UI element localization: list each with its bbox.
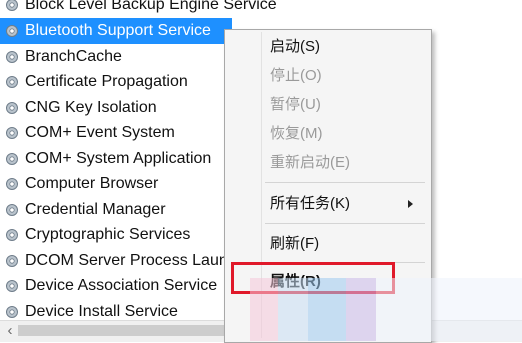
gear-icon <box>6 203 18 216</box>
gear-icon <box>6 177 18 190</box>
scrollbar-thumb[interactable] <box>18 325 228 336</box>
service-name: CNG Key Isolation <box>25 98 157 116</box>
service-name: BranchCache <box>25 47 122 65</box>
menu-item-label: 刷新(F) <box>270 235 320 252</box>
service-name: Device Install Service <box>25 302 178 320</box>
service-name: Block Level Backup Engine Service <box>25 0 277 13</box>
menu-item-label: 暂停(U) <box>270 96 321 113</box>
menu-separator <box>265 223 425 224</box>
scroll-left-icon[interactable]: ‹ <box>3 322 17 340</box>
menu-item-label: 重新启动(E) <box>270 154 350 171</box>
gear-icon <box>6 152 18 165</box>
gear-icon <box>6 279 18 292</box>
watermark-block <box>278 278 308 341</box>
service-name: COM+ Event System <box>25 123 175 141</box>
service-name: Computer Browser <box>25 174 159 192</box>
service-row[interactable]: Block Level Backup Engine Service <box>0 0 522 18</box>
service-name: Cryptographic Services <box>25 225 191 243</box>
watermark-block <box>308 278 346 341</box>
service-name: Certificate Propagation <box>25 72 188 90</box>
gear-icon <box>6 75 18 88</box>
gear-icon <box>6 50 18 63</box>
gear-icon <box>6 305 18 318</box>
service-row-selected[interactable]: Bluetooth Support Service <box>0 18 232 44</box>
menu-item-label: 启动(S) <box>270 38 320 55</box>
menu-item-all-tasks[interactable]: 所有任务(K) <box>225 192 431 216</box>
menu-item-label: 所有任务(K) <box>270 195 350 212</box>
gear-icon <box>6 101 18 114</box>
service-name: Bluetooth Support Service <box>25 21 211 39</box>
service-name: COM+ System Application <box>25 149 212 167</box>
service-name: Credential Manager <box>25 200 166 218</box>
gear-icon <box>6 126 18 139</box>
menu-item-restart: 重新启动(E) <box>225 151 431 175</box>
watermark-block <box>346 278 376 341</box>
menu-item-resume: 恢复(M) <box>225 122 431 146</box>
gear-icon <box>6 228 18 241</box>
menu-item-label: 恢复(M) <box>270 125 323 142</box>
service-name: Device Association Service <box>25 276 218 294</box>
menu-item-start[interactable]: 启动(S) <box>225 35 431 59</box>
gear-icon <box>6 254 18 267</box>
watermark-block <box>250 278 278 341</box>
menu-item-stop: 停止(O) <box>225 64 431 88</box>
gear-icon <box>6 0 18 11</box>
submenu-arrow-icon <box>408 200 413 208</box>
menu-item-label: 停止(O) <box>270 67 322 84</box>
menu-separator <box>265 182 425 183</box>
gear-icon <box>6 24 18 37</box>
menu-item-refresh[interactable]: 刷新(F) <box>225 232 431 256</box>
watermark-block <box>376 278 522 341</box>
menu-item-pause: 暂停(U) <box>225 93 431 117</box>
